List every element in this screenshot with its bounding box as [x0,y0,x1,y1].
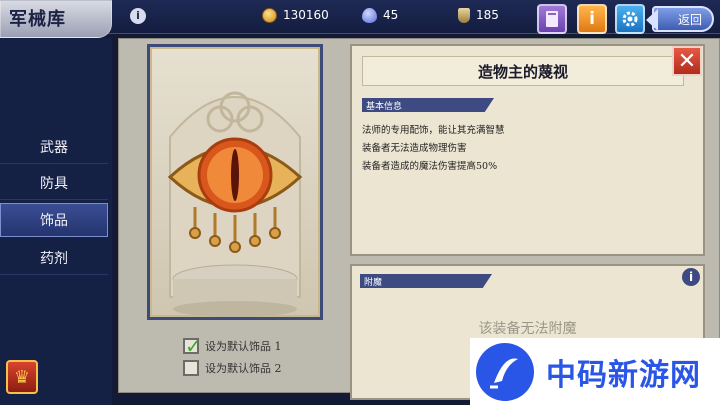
sidebar-item-armor[interactable]: 防具 [0,166,108,200]
sidebar-item-label: 防具 [40,175,68,192]
gem-value: 45 [383,8,399,22]
coin-value: 130160 [283,8,329,22]
back-arrow-icon [646,9,658,31]
close-icon: ✕ [677,48,697,74]
basic-info-tag: 基本信息 [362,98,494,112]
help-button[interactable]: i [577,4,607,34]
token-counter: 185 [458,6,499,24]
item-description-2: 装备者无法造成物理伤害 [362,143,467,154]
default-accessory-1-checkbox[interactable]: ✓ [183,334,202,358]
help-icon: i [589,9,595,29]
back-button[interactable]: 返回 [646,6,714,32]
info-icon[interactable]: i [130,8,146,24]
coin-icon [262,7,277,23]
sidebar-item-label: 药剂 [40,250,68,267]
basic-info-label: 基本信息 [366,101,403,112]
title-plate: 军械库 [0,0,112,38]
gear-icon [622,11,638,27]
trophy-button[interactable]: ♛ [6,360,38,394]
trophy-icon: ♛ [13,366,31,388]
item-illustration [167,91,303,317]
gem-counter: 45 [362,6,398,24]
top-bar: 军械库 i 130160 45 185 i 返回 [0,0,720,38]
enchant-label: 附魔 [364,277,383,288]
default-accessory-1-option[interactable]: ✓ 设为默认饰品 1 [183,334,282,358]
default-accessory-2-label: 设为默认饰品 2 [205,362,282,375]
sidebar-item-accessories[interactable]: 饰品 [0,203,108,237]
page-title: 军械库 [9,9,66,30]
watermark-logo-icon [476,342,534,401]
default-accessory-2-option[interactable]: 设为默认饰品 2 [183,358,282,378]
sidebar-item-weapons[interactable]: 武器 [0,130,108,164]
item-name: 造物主的蔑视 [477,62,568,81]
enchant-info-icon[interactable]: i [682,268,700,286]
item-description-1: 法师的专用配饰，能让其充满智慧 [362,125,505,136]
sidebar-item-label: 饰品 [40,213,68,229]
item-name-bar: 造物主的蔑视 [362,56,684,86]
default-accessory-1-label: 设为默认饰品 1 [205,340,282,353]
watermark-text: 中码新游网 [546,357,701,393]
checkmark-icon: ✓ [185,334,202,358]
settings-button[interactable] [615,4,645,34]
sidebar-item-potions[interactable]: 药剂 [0,241,108,275]
coin-counter: 130160 [262,6,329,24]
item-info-panel: 造物主的蔑视 基本信息 法师的专用配饰，能让其充满智慧 装备者无法造成物理伤害 … [350,44,705,256]
gem-icon [362,7,377,23]
watermark: 中码新游网 [470,338,720,405]
back-label: 返回 [677,12,702,27]
book-button[interactable] [537,4,567,34]
token-value: 185 [476,8,499,22]
item-card [147,44,323,320]
close-button[interactable]: ✕ [672,46,702,76]
sidebar-item-label: 武器 [40,139,68,156]
item-description-3: 装备者造成的魔法伤害提高50% [362,161,498,172]
no-enchant-text: 该装备无法附魔 [478,321,577,337]
book-icon [546,11,558,27]
shield-token-icon [458,7,470,23]
sidebar: 武器 防具 饰品 药剂 ♛ [0,38,112,405]
default-accessory-2-checkbox[interactable] [183,360,199,376]
enchant-tag: 附魔 [360,274,492,288]
